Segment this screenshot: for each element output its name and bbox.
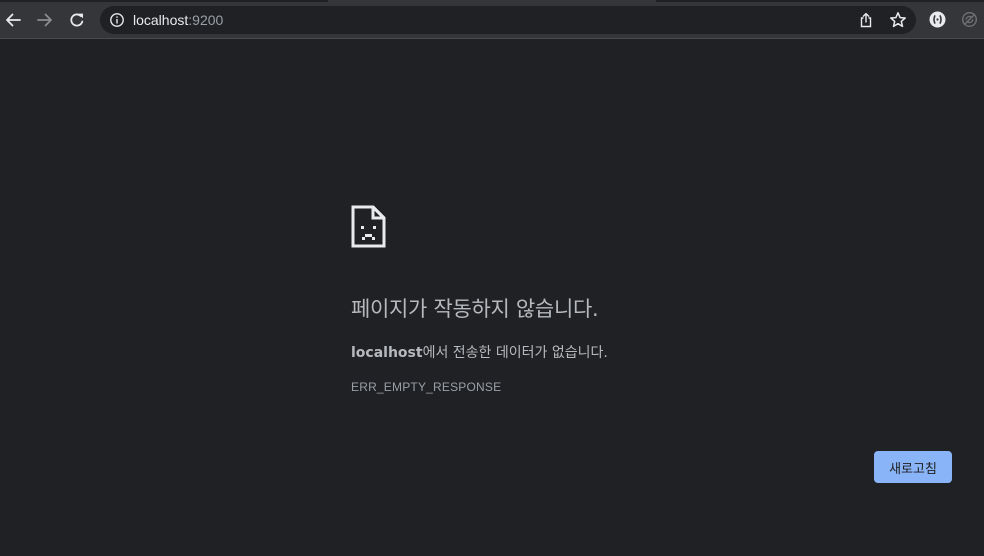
url-port: :9200 [188,12,224,28]
info-icon[interactable] [109,12,125,28]
url-host: localhost [133,12,189,28]
error-message-host: localhost [351,345,423,361]
reload-toolbar-button[interactable] [65,8,89,32]
back-button[interactable] [1,8,25,32]
extension-icon[interactable] [929,11,946,28]
error-message-text: 에서 전송한 데이터가 없습니다. [422,345,608,361]
reload-button[interactable]: 새로고침 [874,451,952,483]
active-tab-edge [328,0,656,2]
forward-button[interactable] [33,8,57,32]
star-icon[interactable] [889,11,907,29]
error-message: localhost에서 전송한 데이터가 없습니다. [351,343,608,363]
sad-page-icon [351,205,386,248]
reload-icon [70,13,84,27]
share-icon[interactable] [858,12,874,28]
error-title: 페이지가 작동하지 않습니다. [351,297,599,321]
browser-toolbar: localhost:9200 [0,0,984,39]
sync-icon[interactable] [961,11,978,28]
forward-arrow-icon [37,13,52,27]
tab-strip-edge [0,0,984,2]
error-code: ERR_EMPTY_RESPONSE [351,380,502,394]
address-bar[interactable]: localhost:9200 [100,6,916,34]
back-arrow-icon [6,13,21,27]
url-text[interactable]: localhost:9200 [133,12,223,28]
